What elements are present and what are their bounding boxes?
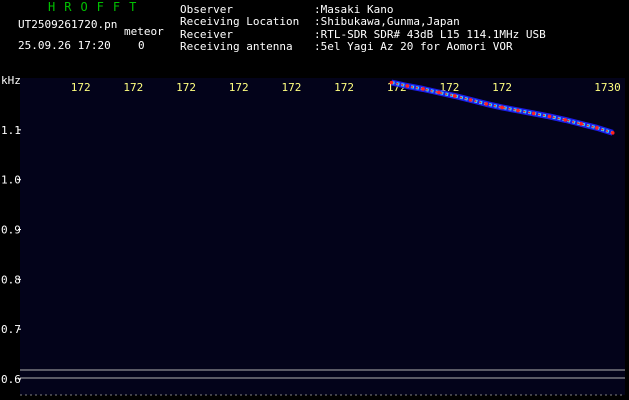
trace-point — [595, 126, 599, 130]
x-tick-label: 172 — [229, 81, 249, 94]
y-tick-label: 0.8 — [1, 273, 21, 286]
trace-point — [468, 98, 473, 102]
x-tick-label: 172 — [281, 81, 301, 94]
trace-point — [516, 108, 520, 113]
trace-point — [421, 87, 425, 91]
trace-point — [610, 131, 615, 135]
trace-point — [547, 114, 552, 119]
trace-point — [405, 84, 410, 88]
y-axis-title: kHz — [1, 74, 21, 87]
x-tick-label: 172 — [123, 81, 143, 94]
plot-area — [20, 78, 625, 395]
y-tick-label: 1.1 — [1, 124, 21, 137]
y-tick-label: 0.9 — [1, 224, 21, 237]
y-tick-label: 1.0 — [1, 174, 21, 187]
trace-point — [563, 118, 568, 122]
trace-point — [452, 94, 457, 98]
x-tick-label: 172 — [71, 81, 91, 94]
x-tick-label: 172 — [492, 81, 512, 94]
trace-point — [484, 102, 489, 106]
trace-point — [389, 80, 394, 85]
x-tick-label: 172 — [176, 81, 196, 94]
spectrogram-chart: kHz 1.1 1.0 0.9 0.8 0.7 0.6 172 172 172 172 172 172 1… — [1, 74, 625, 396]
trace-point — [500, 105, 504, 110]
trace-point — [437, 90, 441, 95]
x-tick-label: 1730 — [594, 81, 621, 94]
trace-point — [531, 111, 536, 116]
x-tick-label: 172 — [334, 81, 354, 94]
y-tick-label: 0.7 — [1, 323, 21, 336]
y-tick-label: 0.6 — [1, 373, 21, 386]
trace-point — [579, 122, 583, 126]
